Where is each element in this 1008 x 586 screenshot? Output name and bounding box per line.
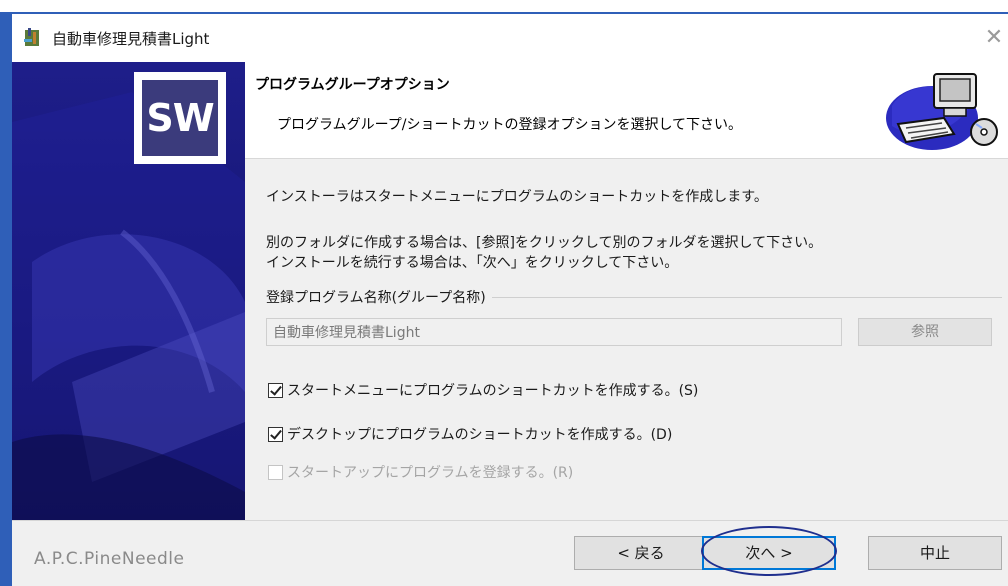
- startup-checkbox: [268, 464, 283, 480]
- sw-logo: SW: [134, 72, 226, 164]
- next-button[interactable]: 次へ >: [702, 536, 836, 570]
- window-title: 自動車修理見積書Light: [52, 30, 210, 48]
- screen-top-margin: [0, 0, 1008, 12]
- title-bar[interactable]: 自動車修理見積書Light ✕: [12, 14, 1008, 62]
- page-title: プログラムグループオプション: [255, 77, 450, 93]
- close-icon[interactable]: ✕: [980, 24, 1008, 52]
- installer-body: SW プログラムグループオプション プログラムグループ/ショートカットの登録オプ…: [12, 62, 1008, 586]
- option-desktop[interactable]: デスクトップにプログラムのショートカットを作成する。(D): [268, 424, 672, 444]
- back-button[interactable]: < 戻る: [574, 536, 708, 570]
- program-group-name-field[interactable]: [266, 318, 842, 346]
- startup-label: スタートアップにプログラムを登録する。(R): [287, 465, 574, 481]
- desktop-checkbox[interactable]: [268, 426, 283, 442]
- instruction-text-1: インストーラはスタートメニューにプログラムのショートカットを作成します。: [266, 189, 768, 205]
- window-border-left: [0, 12, 12, 586]
- app-icon: [24, 28, 39, 46]
- option-start-menu[interactable]: スタートメニューにプログラムのショートカットを作成する。(S): [268, 380, 698, 400]
- cancel-button[interactable]: 中止: [868, 536, 1002, 570]
- logo-text: SW: [142, 80, 218, 156]
- sidebar-banner: SW: [12, 62, 245, 520]
- desktop-label: デスクトップにプログラムのショートカットを作成する。(D): [287, 427, 673, 443]
- group-label: 登録プログラム名称(グループ名称): [266, 287, 492, 307]
- page-subtitle: プログラムグループ/ショートカットの登録オプションを選択して下さい。: [277, 117, 743, 133]
- browse-button[interactable]: 参照: [858, 318, 992, 346]
- page-header: プログラムグループオプション プログラムグループ/ショートカットの登録オプション…: [245, 62, 1008, 159]
- start-menu-checkbox[interactable]: [268, 382, 283, 398]
- option-startup: スタートアップにプログラムを登録する。(R): [268, 462, 573, 482]
- computer-icon: [886, 73, 998, 150]
- company-name: A.P.C.PineNeedle: [34, 549, 185, 569]
- footer-divider: [12, 520, 1008, 521]
- instruction-text-2: 別のフォルダに作成する場合は、[参照]をクリックして別のフォルダを選択して下さい…: [266, 235, 823, 251]
- start-menu-label: スタートメニューにプログラムのショートカットを作成する。(S): [287, 383, 699, 399]
- instruction-text-3: インストールを続行する場合は、「次へ」をクリックして下さい。: [266, 255, 679, 271]
